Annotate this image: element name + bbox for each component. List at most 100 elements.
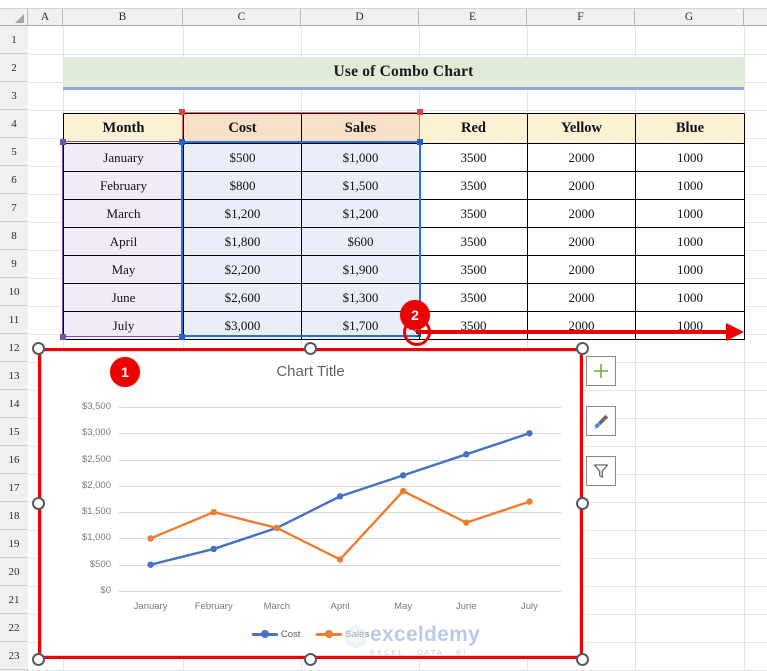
column-header-a[interactable]: A bbox=[28, 9, 63, 25]
table-cell[interactable]: June bbox=[63, 283, 184, 312]
table-cell[interactable]: $600 bbox=[301, 227, 420, 256]
table-cell[interactable]: 1000 bbox=[635, 255, 745, 284]
chart-resize-handle-top-left[interactable] bbox=[32, 342, 45, 355]
table-cell[interactable]: May bbox=[63, 255, 184, 284]
chart-marker-sales[interactable] bbox=[147, 535, 154, 542]
selection-handle[interactable] bbox=[179, 334, 185, 340]
chart-marker-cost[interactable] bbox=[336, 493, 344, 500]
row-header-1[interactable]: 1 bbox=[0, 26, 28, 54]
table-cell[interactable]: $2,600 bbox=[183, 283, 302, 312]
row-header-6[interactable]: 6 bbox=[0, 166, 28, 194]
table-cell[interactable]: 1000 bbox=[635, 283, 745, 312]
table-cell[interactable]: 1000 bbox=[635, 227, 745, 256]
row-header-21[interactable]: 21 bbox=[0, 586, 28, 614]
table-cell[interactable]: $1,500 bbox=[301, 171, 420, 200]
table-cell[interactable]: $1,800 bbox=[183, 227, 302, 256]
row-header-20[interactable]: 20 bbox=[0, 558, 28, 586]
table-cell[interactable]: 1000 bbox=[635, 171, 745, 200]
row-header-3[interactable]: 3 bbox=[0, 82, 28, 110]
chart-resize-handle-top-right[interactable] bbox=[576, 342, 589, 355]
table-cell[interactable]: January bbox=[63, 143, 184, 172]
row-header-16[interactable]: 16 bbox=[0, 446, 28, 474]
table-header-cell-yellow[interactable]: Yellow bbox=[527, 113, 636, 144]
chart-line-sales[interactable] bbox=[150, 489, 530, 561]
table-cell[interactable]: 2000 bbox=[527, 199, 636, 228]
selection-handle[interactable] bbox=[417, 109, 423, 115]
chart-marker-sales[interactable] bbox=[399, 487, 407, 495]
chart-resize-handle-middle-right[interactable] bbox=[576, 497, 589, 510]
table-cell[interactable]: 2000 bbox=[527, 227, 636, 256]
table-cell[interactable]: 2000 bbox=[527, 255, 636, 284]
table-cell[interactable]: March bbox=[63, 199, 184, 228]
table-cell[interactable]: 3500 bbox=[419, 227, 528, 256]
chart-marker-sales[interactable] bbox=[273, 524, 281, 532]
chart-marker-sales[interactable] bbox=[336, 556, 344, 563]
legend-item-sales[interactable]: Sales bbox=[316, 629, 369, 640]
row-header-18[interactable]: 18 bbox=[0, 502, 28, 530]
row-header-5[interactable]: 5 bbox=[0, 138, 28, 166]
table-cell[interactable]: $800 bbox=[183, 171, 302, 200]
table-cell[interactable]: 1000 bbox=[635, 199, 745, 228]
table-cell[interactable]: 3500 bbox=[419, 143, 528, 172]
row-header-8[interactable]: 8 bbox=[0, 222, 28, 250]
table-cell[interactable]: $1,200 bbox=[301, 199, 420, 228]
chart-elements-button[interactable] bbox=[586, 356, 616, 386]
chart-legend[interactable]: Cost Sales bbox=[41, 626, 580, 642]
row-header-10[interactable]: 10 bbox=[0, 278, 28, 306]
row-header-15[interactable]: 15 bbox=[0, 418, 28, 446]
table-cell[interactable]: February bbox=[63, 171, 184, 200]
table-header-cell-blue[interactable]: Blue bbox=[635, 113, 745, 144]
table-header-cell-cost[interactable]: Cost bbox=[183, 113, 302, 144]
column-header-b[interactable]: B bbox=[63, 9, 183, 25]
chart-resize-handle-top-center[interactable] bbox=[304, 342, 317, 355]
row-header-13[interactable]: 13 bbox=[0, 362, 28, 390]
table-cell[interactable]: $2,200 bbox=[183, 255, 302, 284]
row-header-19[interactable]: 19 bbox=[0, 530, 28, 558]
column-header-g[interactable]: G bbox=[635, 9, 744, 25]
table-cell[interactable]: $3,000 bbox=[183, 311, 302, 340]
chart-marker-sales[interactable] bbox=[526, 498, 533, 505]
table-cell[interactable]: 3500 bbox=[419, 311, 528, 340]
table-cell[interactable]: 1000 bbox=[635, 143, 745, 172]
row-header-11[interactable]: 11 bbox=[0, 306, 28, 334]
chart-marker-cost[interactable] bbox=[210, 545, 217, 553]
table-header-cell-month[interactable]: Month bbox=[63, 113, 184, 144]
chart-resize-handle-middle-left[interactable] bbox=[32, 497, 45, 510]
selection-handle[interactable] bbox=[60, 334, 66, 340]
table-cell[interactable]: 3500 bbox=[419, 283, 528, 312]
chart-resize-handle-bottom-right[interactable] bbox=[576, 653, 589, 666]
row-header-4[interactable]: 4 bbox=[0, 110, 28, 138]
column-header-e[interactable]: E bbox=[419, 9, 527, 25]
column-header-f[interactable]: F bbox=[527, 9, 635, 25]
table-cell[interactable]: July bbox=[63, 311, 184, 340]
row-header-12[interactable]: 12 bbox=[0, 334, 28, 362]
chart-resize-handle-bottom-left[interactable] bbox=[32, 653, 45, 666]
select-all-corner[interactable] bbox=[0, 9, 28, 25]
selection-handle[interactable] bbox=[417, 139, 423, 145]
table-header-cell-sales[interactable]: Sales bbox=[301, 113, 420, 144]
row-header-7[interactable]: 7 bbox=[0, 194, 28, 222]
table-cell[interactable]: 2000 bbox=[527, 283, 636, 312]
chart-marker-sales[interactable] bbox=[210, 508, 217, 516]
table-cell[interactable]: 3500 bbox=[419, 199, 528, 228]
table-cell[interactable]: 2000 bbox=[527, 171, 636, 200]
table-cell[interactable]: $1,000 bbox=[301, 143, 420, 172]
table-header-cell-red[interactable]: Red bbox=[419, 113, 528, 144]
row-header-2[interactable]: 2 bbox=[0, 54, 28, 82]
chart-marker-cost[interactable] bbox=[526, 430, 533, 437]
column-header-c[interactable]: C bbox=[183, 9, 301, 25]
row-header-14[interactable]: 14 bbox=[0, 390, 28, 418]
row-header-23[interactable]: 23 bbox=[0, 642, 28, 670]
chart-object[interactable]: Chart Title $0 $500 $1,000 $1,500 $2,000 $2,5… bbox=[38, 348, 583, 659]
chart-marker-sales[interactable] bbox=[463, 519, 470, 526]
chart-marker-cost[interactable] bbox=[147, 561, 154, 568]
table-cell[interactable]: 2000 bbox=[527, 143, 636, 172]
selection-handle[interactable] bbox=[179, 109, 185, 115]
selection-handle[interactable] bbox=[179, 139, 185, 145]
chart-styles-button[interactable] bbox=[586, 406, 616, 436]
row-header-22[interactable]: 22 bbox=[0, 614, 28, 642]
chart-marker-cost[interactable] bbox=[399, 472, 407, 479]
chart-filters-button[interactable] bbox=[586, 456, 616, 486]
table-cell[interactable]: 3500 bbox=[419, 255, 528, 284]
table-cell[interactable]: April bbox=[63, 227, 184, 256]
